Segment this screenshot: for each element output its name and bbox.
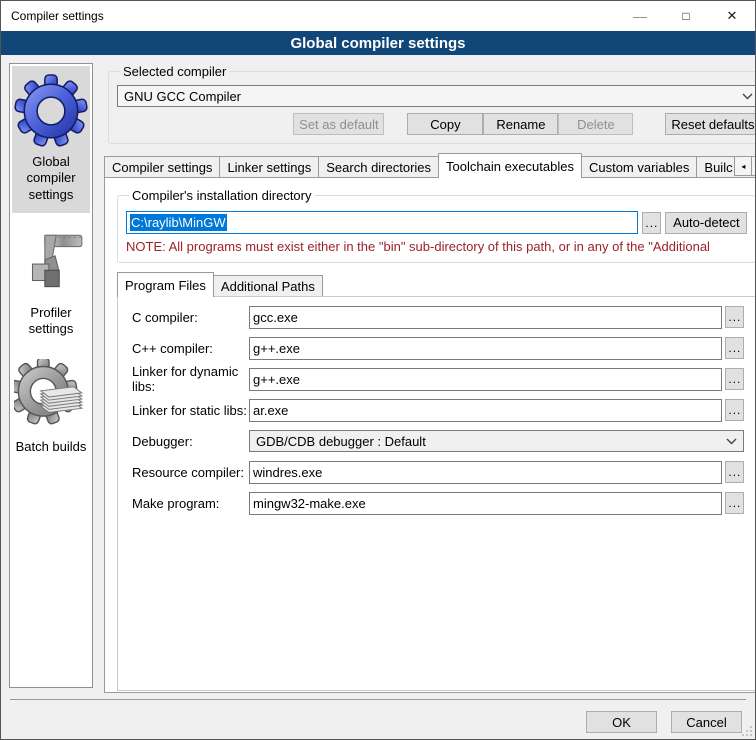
- c-compiler-browse-button[interactable]: ...: [725, 306, 744, 328]
- subtab-program-files[interactable]: Program Files: [117, 272, 214, 297]
- field-row-resource-compiler: Resource compiler: windres.exe ...: [132, 461, 744, 483]
- minimize-button[interactable]: —: [617, 1, 663, 31]
- selected-compiler-group: Selected compiler GNU GCC Compiler Set a…: [108, 64, 756, 144]
- resource-compiler-browse-button[interactable]: ...: [725, 461, 744, 483]
- resource-compiler-label: Resource compiler:: [132, 465, 249, 480]
- field-row-static-linker: Linker for static libs: ar.exe ...: [132, 399, 744, 421]
- maximize-button[interactable]: □: [663, 1, 709, 31]
- chevron-down-icon: [742, 93, 753, 100]
- set-as-default-button[interactable]: Set as default: [293, 113, 384, 135]
- program-files-tabs: Program Files Additional Paths: [117, 272, 756, 296]
- subtab-additional-paths[interactable]: Additional Paths: [213, 275, 323, 296]
- dynamic-linker-browse-button[interactable]: ...: [725, 368, 744, 390]
- cpp-compiler-input[interactable]: g++.exe: [249, 337, 722, 360]
- installation-directory-value: C:\raylib\MinGW: [130, 214, 227, 231]
- make-program-browse-button[interactable]: ...: [725, 492, 744, 514]
- debugger-select-value: GDB/CDB debugger : Default: [256, 434, 726, 449]
- debugger-label: Debugger:: [132, 434, 249, 449]
- dialog-header: Global compiler settings: [1, 31, 755, 55]
- field-row-c-compiler: C compiler: gcc.exe ...: [132, 306, 744, 328]
- close-button[interactable]: ✕: [709, 1, 755, 31]
- blue-gear-icon: [14, 74, 88, 148]
- c-compiler-label: C compiler:: [132, 310, 249, 325]
- gray-gear-stack-icon: [14, 359, 88, 433]
- tab-custom-variables[interactable]: Custom variables: [581, 156, 697, 177]
- sidebar-item-label: Global compiler settings: [14, 154, 88, 203]
- installation-directory-group-label: Compiler's installation directory: [129, 188, 315, 203]
- installation-directory-group: Compiler's installation directory C:\ray…: [117, 188, 756, 263]
- tab-compiler-settings[interactable]: Compiler settings: [104, 156, 220, 177]
- static-linker-input[interactable]: ar.exe: [249, 399, 722, 422]
- sidebar-item-profiler-settings[interactable]: Profiler settings: [12, 217, 90, 348]
- make-program-label: Make program:: [132, 496, 249, 511]
- title-bar: Compiler settings — □ ✕: [1, 1, 755, 31]
- auto-detect-button[interactable]: Auto-detect: [665, 212, 747, 234]
- installation-directory-browse-button[interactable]: ...: [642, 212, 661, 234]
- program-files-panel: C compiler: gcc.exe ... C++ compiler: g+…: [117, 296, 756, 691]
- sidebar-item-global-compiler-settings[interactable]: Global compiler settings: [12, 66, 90, 213]
- dynamic-linker-label: Linker for dynamic libs:: [132, 364, 249, 394]
- tab-scroll-left-button[interactable]: ◂: [734, 156, 752, 176]
- static-linker-label: Linker for static libs:: [132, 403, 249, 418]
- settings-category-list: Global compiler settings Profiler settin…: [9, 63, 93, 688]
- tab-search-directories[interactable]: Search directories: [318, 156, 439, 177]
- chevron-down-icon: [726, 438, 737, 445]
- resize-grip[interactable]: [742, 726, 752, 736]
- static-linker-browse-button[interactable]: ...: [725, 399, 744, 421]
- field-row-cpp-compiler: C++ compiler: g++.exe ...: [132, 337, 744, 359]
- tab-toolchain-executables[interactable]: Toolchain executables: [438, 153, 582, 178]
- sidebar-item-batch-builds[interactable]: Batch builds: [12, 351, 90, 465]
- reset-defaults-button[interactable]: Reset defaults: [665, 113, 756, 135]
- delete-button[interactable]: Delete: [558, 113, 633, 135]
- c-compiler-input[interactable]: gcc.exe: [249, 306, 722, 329]
- compiler-tabs: Compiler settings Linker settings Search…: [104, 153, 756, 177]
- field-row-dynamic-linker: Linker for dynamic libs: g++.exe ...: [132, 368, 744, 390]
- debugger-select[interactable]: GDB/CDB debugger : Default: [249, 430, 744, 452]
- cpp-compiler-browse-button[interactable]: ...: [725, 337, 744, 359]
- toolchain-executables-page: Compiler's installation directory C:\ray…: [104, 177, 756, 693]
- rename-button[interactable]: Rename: [483, 113, 558, 135]
- compiler-settings-dialog: Compiler settings — □ ✕ Global compiler …: [0, 0, 756, 740]
- field-row-debugger: Debugger: GDB/CDB debugger : Default: [132, 430, 744, 452]
- tab-linker-settings[interactable]: Linker settings: [219, 156, 319, 177]
- cpp-compiler-label: C++ compiler:: [132, 341, 249, 356]
- sidebar-item-label: Profiler settings: [14, 305, 88, 338]
- tab-scroll-right-button[interactable]: ▸: [751, 156, 756, 176]
- bin-subdirectory-note: NOTE: All programs must exist either in …: [126, 239, 747, 254]
- selected-compiler-group-label: Selected compiler: [120, 64, 229, 79]
- compiler-select-value: GNU GCC Compiler: [124, 89, 742, 104]
- copy-button[interactable]: Copy: [407, 113, 483, 135]
- tab-build-options-clipped[interactable]: Builc: [696, 156, 736, 177]
- compiler-select[interactable]: GNU GCC Compiler: [117, 85, 756, 107]
- sidebar-item-label: Batch builds: [16, 439, 87, 455]
- dynamic-linker-input[interactable]: g++.exe: [249, 368, 722, 391]
- make-program-input[interactable]: mingw32-make.exe: [249, 492, 722, 515]
- resource-compiler-input[interactable]: windres.exe: [249, 461, 722, 484]
- caliper-icon: [14, 225, 88, 299]
- field-row-make-program: Make program: mingw32-make.exe ...: [132, 492, 744, 514]
- ok-button[interactable]: OK: [586, 711, 657, 733]
- installation-directory-input[interactable]: C:\raylib\MinGW: [126, 211, 638, 234]
- cancel-button[interactable]: Cancel: [671, 711, 742, 733]
- window-title: Compiler settings: [1, 9, 617, 23]
